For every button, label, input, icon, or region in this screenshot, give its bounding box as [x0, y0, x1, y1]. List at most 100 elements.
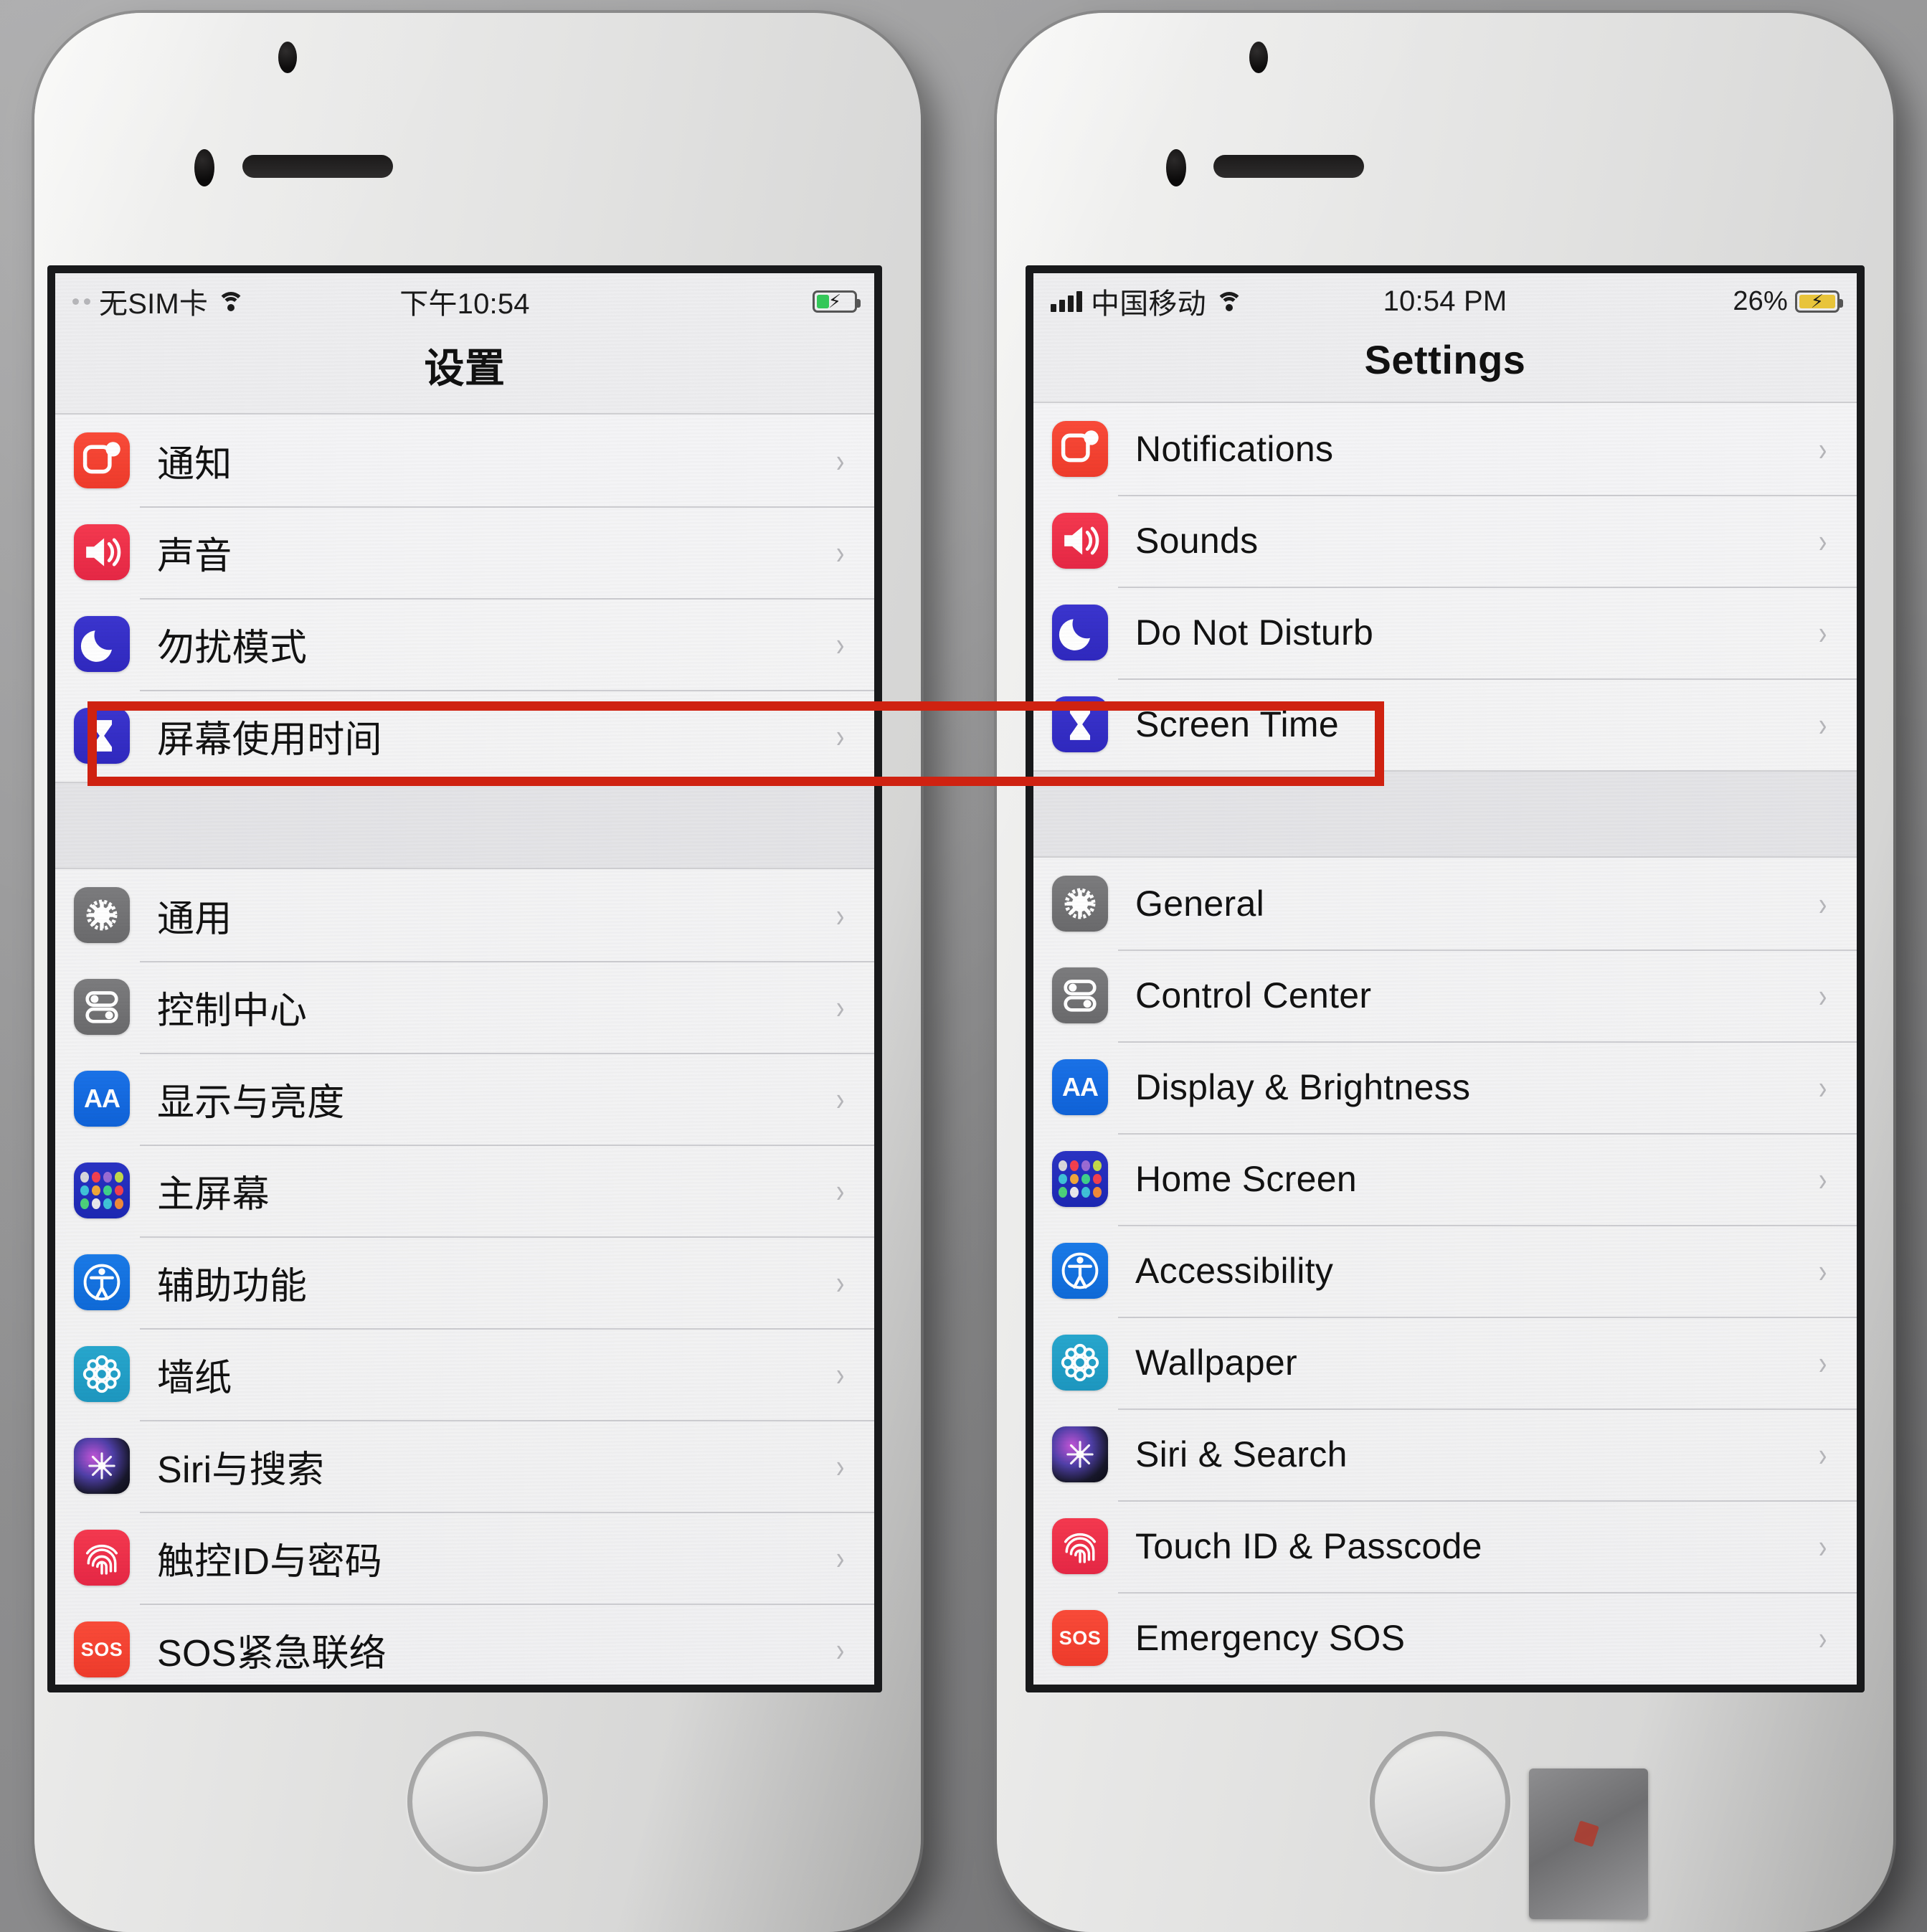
- settings-row-home-screen[interactable]: 主屏幕 ›: [55, 1145, 874, 1236]
- right-phone-screen: 中国移动 10:54 PM 26% ⚡ Settings Notificatio…: [1033, 273, 1857, 1685]
- notifications-icon: [1052, 421, 1108, 477]
- wifi-icon: [217, 290, 245, 312]
- settings-row-label: 控制中心: [157, 990, 308, 1032]
- settings-row-wallpaper[interactable]: Wallpaper ›: [1033, 1317, 1857, 1408]
- settings-row-wallpaper[interactable]: 墙纸 ›: [55, 1328, 874, 1420]
- home-screen-icon: [1052, 1151, 1108, 1207]
- settings-row-general[interactable]: General ›: [1033, 858, 1857, 950]
- signal-dots-icon: [72, 298, 90, 305]
- emergency-sos-icon: SOS: [74, 1621, 130, 1677]
- chevron-right-icon: ›: [1818, 1528, 1827, 1565]
- settings-row-emergency-sos[interactable]: SOS Emergency SOS ›: [1033, 1592, 1857, 1684]
- settings-row-label: Siri与搜索: [157, 1449, 325, 1491]
- settings-row-label: 辅助功能: [157, 1265, 308, 1307]
- right-status-bar: 中国移动 10:54 PM 26% ⚡: [1033, 273, 1857, 329]
- settings-row-label: 勿扰模式: [157, 627, 308, 669]
- chevron-right-icon: ›: [835, 1355, 845, 1393]
- right-settings-list: Notifications › Sounds › Do Not Disturb …: [1033, 402, 1857, 1684]
- divider: [1033, 770, 1857, 772]
- settings-row-label: 声音: [157, 535, 232, 577]
- chevron-right-icon: ›: [835, 1539, 845, 1576]
- general-gear-icon: [74, 887, 130, 943]
- settings-row-label: Sounds: [1135, 521, 1259, 561]
- settings-row-touch-id[interactable]: Touch ID & Passcode ›: [1033, 1500, 1857, 1592]
- right-settings-group-1: Notifications › Sounds › Do Not Disturb …: [1033, 402, 1857, 772]
- settings-row-siri[interactable]: Siri & Search ›: [1033, 1408, 1857, 1500]
- accessibility-icon: [1052, 1243, 1108, 1299]
- chevron-right-icon: ›: [835, 717, 845, 754]
- home-button[interactable]: [1370, 1731, 1510, 1872]
- settings-row-label: 触控ID与密码: [157, 1540, 383, 1583]
- emergency-sos-glyph: SOS: [80, 1638, 123, 1660]
- proximity-sensor: [1166, 149, 1186, 186]
- left-phone-screen: 无SIM卡 下午10:54 ⚡ 设置 通知 › 声音 › 勿扰模式 › 屏幕使用…: [55, 273, 874, 1685]
- settings-row-label: 显示与亮度: [157, 1081, 345, 1124]
- wallpaper-icon: [74, 1346, 130, 1402]
- settings-row-label: Do Not Disturb: [1135, 612, 1374, 653]
- touch-id-icon: [74, 1530, 130, 1586]
- settings-row-home-screen[interactable]: Home Screen ›: [1033, 1133, 1857, 1225]
- settings-row-label: Screen Time: [1135, 704, 1339, 744]
- left-settings-list: 通知 › 声音 › 勿扰模式 › 屏幕使用时间 › 通用 › 控制中心 › AA…: [55, 413, 874, 1685]
- touch-id-icon: [1052, 1518, 1108, 1574]
- settings-row-label: Emergency SOS: [1135, 1618, 1406, 1658]
- chevron-right-icon: ›: [835, 988, 845, 1026]
- chevron-right-icon: ›: [1818, 1436, 1827, 1473]
- settings-row-label: 屏幕使用时间: [157, 719, 382, 761]
- settings-row-general[interactable]: 通用 ›: [55, 869, 874, 961]
- settings-row-label: Display & Brightness: [1135, 1067, 1471, 1107]
- settings-row-do-not-disturb[interactable]: 勿扰模式 ›: [55, 598, 874, 690]
- section-gap: [55, 783, 874, 868]
- cellular-signal-icon: [1051, 290, 1082, 312]
- sounds-icon: [1052, 513, 1108, 569]
- settings-row-touch-id[interactable]: 触控ID与密码 ›: [55, 1512, 874, 1604]
- chevron-right-icon: ›: [1818, 1069, 1827, 1106]
- display-brightness-icon: AA: [74, 1071, 130, 1127]
- settings-row-label: 主屏幕: [157, 1173, 270, 1216]
- emergency-sos-icon: SOS: [1052, 1610, 1108, 1666]
- left-settings-group-2: 通用 › 控制中心 › AA 显示与亮度 › 主屏幕 › 辅助功能 › 墙纸 ›…: [55, 868, 874, 1685]
- settings-row-screen-time[interactable]: 屏幕使用时间 ›: [55, 690, 874, 782]
- chevron-right-icon: ›: [1818, 885, 1827, 922]
- settings-row-do-not-disturb[interactable]: Do Not Disturb ›: [1033, 587, 1857, 678]
- left-phone-device: 无SIM卡 下午10:54 ⚡ 设置 通知 › 声音 › 勿扰模式 › 屏幕使用…: [34, 13, 921, 1932]
- accessibility-icon: [74, 1254, 130, 1310]
- earpiece-speaker: [242, 155, 393, 178]
- settings-row-label: General: [1135, 884, 1264, 924]
- settings-row-siri[interactable]: Siri与搜索 ›: [55, 1420, 874, 1512]
- left-nav-title: 设置: [424, 346, 506, 391]
- control-center-icon: [74, 979, 130, 1035]
- emergency-sos-glyph: SOS: [1059, 1626, 1102, 1649]
- settings-row-control-center[interactable]: Control Center ›: [1033, 950, 1857, 1041]
- settings-row-display-brightness[interactable]: AA Display & Brightness ›: [1033, 1041, 1857, 1133]
- settings-row-sounds[interactable]: Sounds ›: [1033, 495, 1857, 587]
- settings-row-control-center[interactable]: 控制中心 ›: [55, 961, 874, 1053]
- settings-row-label: Accessibility: [1135, 1251, 1334, 1291]
- settings-row-screen-time[interactable]: Screen Time ›: [1033, 678, 1857, 770]
- settings-row-emergency-sos[interactable]: SOS SOS紧急联络 ›: [55, 1604, 874, 1685]
- settings-row-label: 通知: [157, 443, 232, 486]
- settings-row-notifications[interactable]: Notifications ›: [1033, 403, 1857, 495]
- display-brightness-glyph: AA: [1062, 1072, 1099, 1102]
- settings-row-accessibility[interactable]: 辅助功能 ›: [55, 1236, 874, 1328]
- settings-row-label: Home Screen: [1135, 1159, 1357, 1199]
- settings-row-sounds[interactable]: 声音 ›: [55, 506, 874, 598]
- general-gear-icon: [1052, 876, 1108, 932]
- home-button[interactable]: [407, 1731, 548, 1872]
- settings-row-display-brightness[interactable]: AA 显示与亮度 ›: [55, 1053, 874, 1145]
- chevron-right-icon: ›: [835, 625, 845, 663]
- chevron-right-icon: ›: [835, 1447, 845, 1484]
- chevron-right-icon: ›: [1818, 706, 1827, 743]
- do-not-disturb-icon: [1052, 605, 1108, 660]
- battery-charging-icon: ⚡: [1795, 290, 1843, 313]
- wallpaper-icon: [1052, 1335, 1108, 1391]
- settings-row-notifications[interactable]: 通知 ›: [55, 415, 874, 506]
- notifications-icon: [74, 432, 130, 488]
- chevron-right-icon: ›: [1818, 977, 1827, 1014]
- chevron-right-icon: ›: [835, 1172, 845, 1209]
- left-status-bar: 无SIM卡 下午10:54 ⚡: [55, 273, 874, 329]
- settings-row-accessibility[interactable]: Accessibility ›: [1033, 1225, 1857, 1317]
- sounds-icon: [74, 524, 130, 580]
- settings-row-label: SOS紧急联络: [157, 1632, 387, 1675]
- chevron-right-icon: ›: [835, 534, 845, 571]
